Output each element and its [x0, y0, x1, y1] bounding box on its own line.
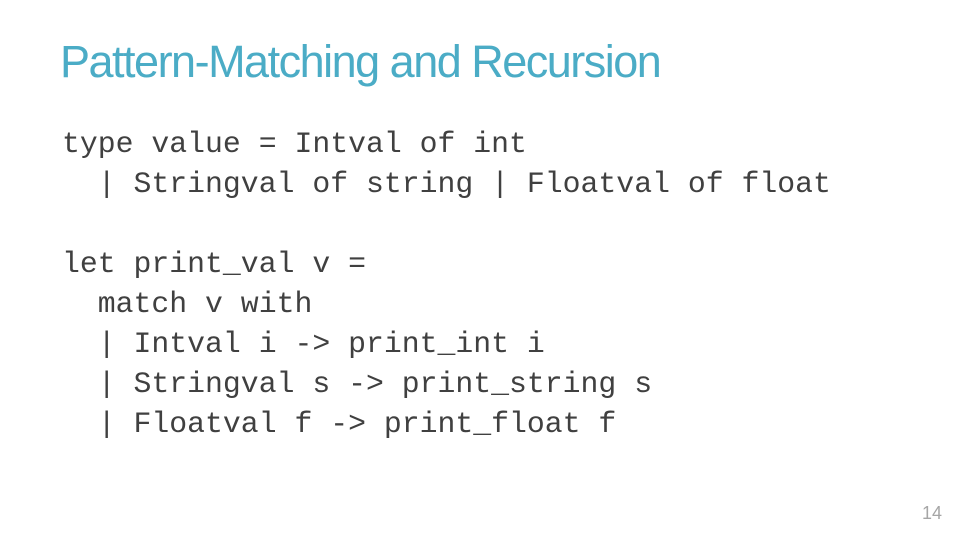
code-line: let print_val v = — [62, 247, 366, 281]
code-line: | Stringval s -> print_string s — [62, 367, 653, 401]
page-number: 14 — [921, 503, 942, 523]
code-block: type value = Intval of int | Stringval o… — [62, 124, 831, 444]
slide-title: Pattern-Matching and Recursion — [60, 36, 662, 87]
code-line: | Floatval f -> print_float f — [62, 407, 617, 441]
code-line: type value = Intval of int — [62, 127, 527, 161]
code-line: match v with — [62, 287, 313, 321]
code-line: | Stringval of string | Floatval of floa… — [62, 167, 831, 201]
code-line: | Intval i -> print_int i — [62, 327, 545, 361]
